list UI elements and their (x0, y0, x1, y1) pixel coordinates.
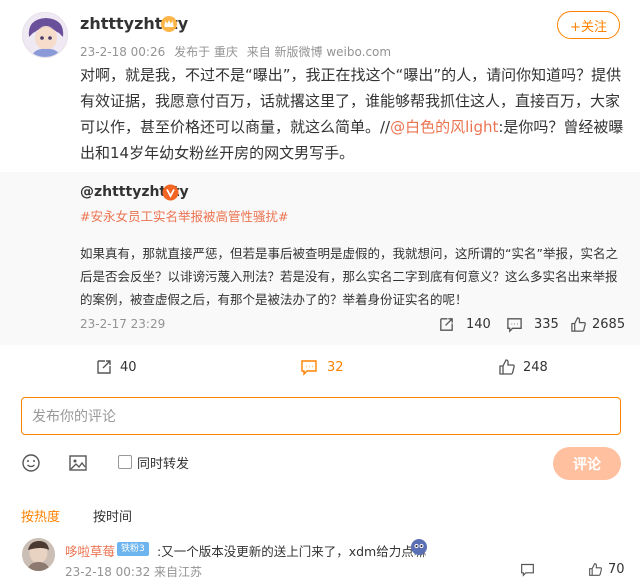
post-time[interactable]: 23-2-18 00:26 (80, 45, 165, 59)
comment-icon (301, 360, 317, 376)
likes-count: 248 (523, 359, 548, 375)
submit-comment-button[interactable]: 评论 (553, 447, 621, 480)
image-icon[interactable] (68, 453, 88, 473)
post-text: 对啊，就是我，不过不是“曝出”，我正在找这个“曝出”的人，请问你知道吗？提供有效… (80, 62, 625, 166)
comment-likes-count: 70 (608, 562, 625, 577)
comment-button[interactable]: 32 (300, 358, 344, 376)
repost-likes-count: 2685 (592, 317, 626, 332)
thumbs-up-icon (499, 359, 515, 375)
repost-comment-button[interactable]: 335 (506, 316, 559, 333)
repost-text: 如果真有，那就直接严惩，但若是事后被查明是虚假的，我就想问，这所谓的“实名”举报… (80, 246, 618, 307)
sort-by-time-tab[interactable]: 按时间 (93, 506, 132, 525)
mention-link[interactable]: @白色的风light (390, 118, 498, 136)
post-location: 发布于 重庆 (174, 45, 238, 59)
avatar[interactable] (22, 12, 68, 58)
reposted-post: @zhtttyzhttty #安永女员工实名举报被高管性骚扰# 如果真有，那就直… (0, 172, 640, 345)
comment-icon (507, 318, 522, 333)
repost-checkbox-label[interactable]: 同时转发 (137, 453, 189, 472)
repost-like-button[interactable]: 2685 (570, 316, 625, 333)
like-button[interactable]: 248 (498, 358, 548, 376)
repost-repost-button[interactable]: 140 (438, 316, 491, 333)
sort-by-hot-tab[interactable]: 按热度 (21, 506, 60, 525)
follow-button[interactable]: +关注 (557, 11, 620, 39)
comment-like-button[interactable]: 70 (588, 562, 625, 577)
comments-count: 32 (327, 359, 344, 375)
verified-badge-icon (162, 184, 179, 201)
thumbs-up-icon (589, 563, 602, 576)
comment-meta: 23-2-18 00:32 来自江苏 (65, 565, 203, 579)
repost-time[interactable]: 23-2-17 23:29 (80, 317, 165, 331)
reposts-count: 40 (120, 359, 137, 375)
post-meta: 23-2-18 00:26 发布于 重庆 来自 新版微博 weibo.com (80, 43, 396, 60)
emoji-sticker-icon (411, 539, 427, 555)
fan-level-badge: 铁粉3 (117, 542, 149, 556)
thumbs-up-icon (571, 317, 586, 332)
topic-link[interactable]: #安永女员工实名举报被高管性骚扰# (80, 206, 288, 225)
comment-icon (521, 563, 534, 577)
repost-comments-count: 335 (534, 317, 559, 332)
comment-text: :又一个版本没更新的送上门来了，xdm给力点嘛 (157, 544, 427, 559)
repost-reposts-count: 140 (466, 317, 491, 332)
commenter-avatar[interactable] (22, 538, 55, 571)
emoji-icon[interactable] (21, 453, 41, 473)
repost-button[interactable]: 40 (95, 358, 137, 376)
repost-icon (97, 360, 111, 374)
vip-crown-icon[interactable] (160, 15, 178, 33)
comment-reply-button[interactable] (520, 562, 535, 577)
repost-icon (440, 318, 453, 331)
repost-checkbox[interactable] (118, 455, 132, 469)
post-source: 来自 新版微博 weibo.com (246, 45, 392, 59)
comment-input[interactable]: 发布你的评论 (21, 397, 621, 435)
commenter-name[interactable]: 哆啦草莓 (65, 541, 115, 560)
